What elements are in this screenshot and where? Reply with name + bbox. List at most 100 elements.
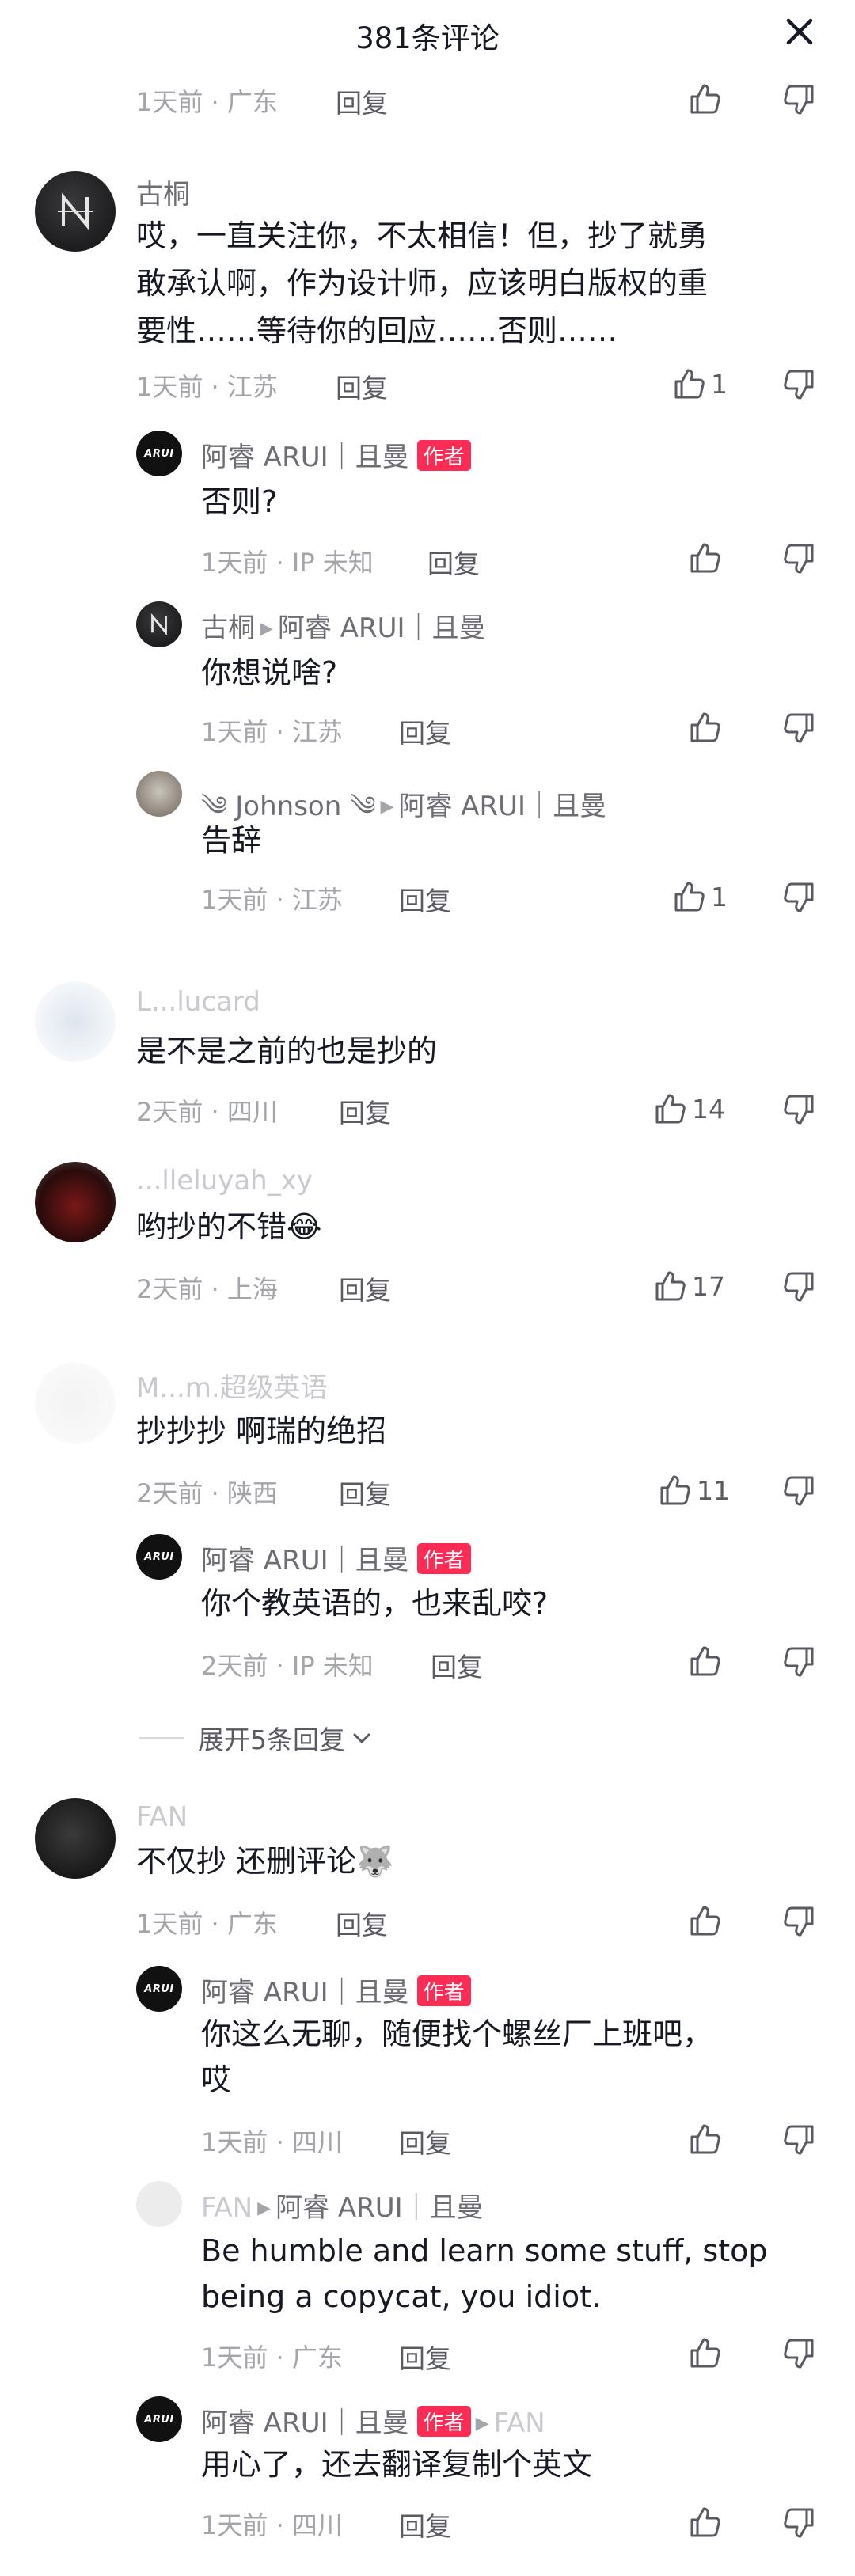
- reply-button[interactable]: 回复: [399, 712, 451, 750]
- thumbs-up-icon: [687, 2505, 722, 2540]
- thumbs-up-icon: [687, 710, 722, 745]
- thumbs-up-icon: [657, 1473, 692, 1508]
- avatar[interactable]: [136, 601, 182, 647]
- comment-username[interactable]: L...lucard: [136, 986, 260, 1018]
- thumbs-down-icon[interactable]: [782, 541, 819, 578]
- like-button[interactable]: [687, 1643, 722, 1679]
- reply-button[interactable]: 回复: [399, 2123, 451, 2161]
- reply-button[interactable]: 回复: [399, 2506, 451, 2544]
- like-button[interactable]: 1: [671, 878, 728, 915]
- like-count: 11: [697, 1474, 730, 1506]
- comment-username[interactable]: M...m.超级英语: [136, 1366, 328, 1405]
- thumbs-down-icon[interactable]: [782, 711, 819, 747]
- reply-button[interactable]: 回复: [339, 1474, 391, 1512]
- reply-username[interactable]: 阿睿 ARUI｜且曼 作者: [201, 1538, 471, 1577]
- avatar[interactable]: [35, 1363, 116, 1444]
- like-button[interactable]: 11: [657, 1472, 730, 1508]
- comment-username[interactable]: FAN: [136, 1801, 188, 1833]
- like-button[interactable]: 17: [652, 1268, 725, 1304]
- comment-time-location: 1天前 · 江苏: [136, 372, 278, 402]
- comment-time-location: 2天前 · 上海: [136, 1274, 278, 1304]
- reply-username[interactable]: 古桐 ▶ 阿睿 ARUI｜且曼: [201, 606, 486, 645]
- thumbs-down-icon[interactable]: [782, 367, 819, 404]
- like-count: 14: [692, 1093, 725, 1125]
- thumbs-up-icon: [687, 1644, 722, 1679]
- like-button[interactable]: [687, 2504, 722, 2540]
- play-arrow-icon: ▶: [257, 2199, 272, 2218]
- thumbs-up-icon: [652, 1091, 687, 1126]
- reply-button[interactable]: 回复: [336, 82, 388, 120]
- thumbs-down-icon[interactable]: [782, 1092, 819, 1129]
- avatar[interactable]: ARUI: [136, 1534, 182, 1580]
- comment-time-location: 2天前 · IP 未知: [201, 1651, 374, 1681]
- author-badge: 作者: [416, 1543, 471, 1574]
- comment-username[interactable]: ...lleluyah_xy: [136, 1165, 313, 1197]
- thumbs-down-icon[interactable]: [782, 2506, 819, 2542]
- comment-text-line: 否则?: [201, 484, 278, 519]
- comment-text-line: 敢承认啊，作为设计师，应该明白版权的重: [136, 266, 709, 301]
- comment-time-location: 1天前 · 江苏: [201, 885, 343, 915]
- like-button[interactable]: 1: [671, 366, 728, 402]
- like-button[interactable]: [687, 709, 722, 745]
- avatar[interactable]: [136, 771, 182, 817]
- thumbs-down-icon[interactable]: [782, 1904, 819, 1941]
- avatar[interactable]: ARUI: [136, 2396, 182, 2442]
- comment-username[interactable]: 古桐: [136, 173, 190, 211]
- comments-count-title: 381条评论: [355, 21, 500, 55]
- comment-text-line: 告辞: [201, 823, 262, 858]
- like-button[interactable]: [687, 81, 722, 117]
- like-button[interactable]: 14: [652, 1091, 725, 1127]
- thumbs-down-icon[interactable]: [782, 82, 819, 119]
- thumbs-down-icon[interactable]: [782, 1269, 819, 1306]
- like-button[interactable]: [687, 1903, 722, 1939]
- reply-username[interactable]: 阿睿 ARUI｜且曼 作者: [201, 435, 471, 474]
- comment-time-location: 1天前 · 江苏: [201, 717, 343, 747]
- like-button[interactable]: [687, 540, 722, 576]
- thumbs-down-icon[interactable]: [782, 1645, 819, 1681]
- reply-button[interactable]: 回复: [431, 1646, 483, 1684]
- avatar[interactable]: ARUI: [136, 1966, 182, 2012]
- thumbs-down-icon[interactable]: [782, 2123, 819, 2159]
- reply-username[interactable]: 阿睿 ARUI｜且曼 作者: [201, 1971, 471, 2009]
- like-count: 1: [711, 368, 728, 400]
- avatar[interactable]: ARUI: [136, 431, 182, 476]
- thumbs-down-icon[interactable]: [782, 2336, 819, 2373]
- thumbs-down-icon[interactable]: [782, 1474, 819, 1510]
- comment-text-line: 哎: [201, 2062, 232, 2097]
- thumbs-up-icon: [652, 1269, 687, 1303]
- avatar[interactable]: [35, 1162, 116, 1242]
- comment-time-location: 1天前 · 广东: [201, 2343, 343, 2373]
- comment-time-location: 1天前 · 四川: [201, 2510, 343, 2540]
- comment-time-location: 1天前 · 广东: [136, 1909, 278, 1939]
- reply-button[interactable]: 回复: [428, 543, 480, 581]
- comment-text-line: Be humble and learn some stuff, stop: [201, 2233, 768, 2268]
- close-icon[interactable]: [784, 16, 815, 47]
- thumbs-down-icon[interactable]: [782, 880, 819, 916]
- author-badge: 作者: [416, 2406, 471, 2437]
- reply-username[interactable]: 阿睿 ARUI｜且曼 作者 ▶ FAN: [201, 2401, 545, 2440]
- divider: [139, 1737, 184, 1739]
- reply-button[interactable]: 回复: [399, 880, 451, 918]
- comment-time-location: 1天前 · 广东: [136, 87, 278, 117]
- avatar[interactable]: [35, 981, 116, 1062]
- like-button[interactable]: [687, 2335, 722, 2371]
- like-count: 17: [692, 1270, 725, 1302]
- reply-button[interactable]: 回复: [339, 1269, 391, 1307]
- avatar[interactable]: [35, 1798, 116, 1879]
- like-button[interactable]: [687, 2121, 722, 2157]
- reply-username[interactable]: FAN ▶ 阿睿 ARUI｜且曼: [201, 2186, 484, 2225]
- reply-button[interactable]: 回复: [336, 367, 388, 405]
- play-arrow-icon: ▶: [380, 797, 394, 817]
- thumbs-up-icon: [687, 541, 722, 575]
- reply-button[interactable]: 回复: [336, 1904, 388, 1942]
- like-count: 1: [711, 881, 728, 912]
- comment-text-line: 你想说啥?: [201, 655, 338, 690]
- reply-button[interactable]: 回复: [399, 2338, 451, 2376]
- avatar[interactable]: [35, 171, 116, 252]
- thumbs-up-icon: [687, 2122, 722, 2157]
- avatar[interactable]: [136, 2181, 182, 2227]
- reply-button[interactable]: 回复: [339, 1092, 391, 1130]
- comment-text-line: 是不是之前的也是抄的: [136, 1034, 438, 1068]
- reply-username[interactable]: ༄ Johnson ༄ ▶ 阿睿 ARUI｜且曼: [201, 776, 606, 852]
- expand-replies-button[interactable]: 展开5条回复: [139, 1719, 374, 1757]
